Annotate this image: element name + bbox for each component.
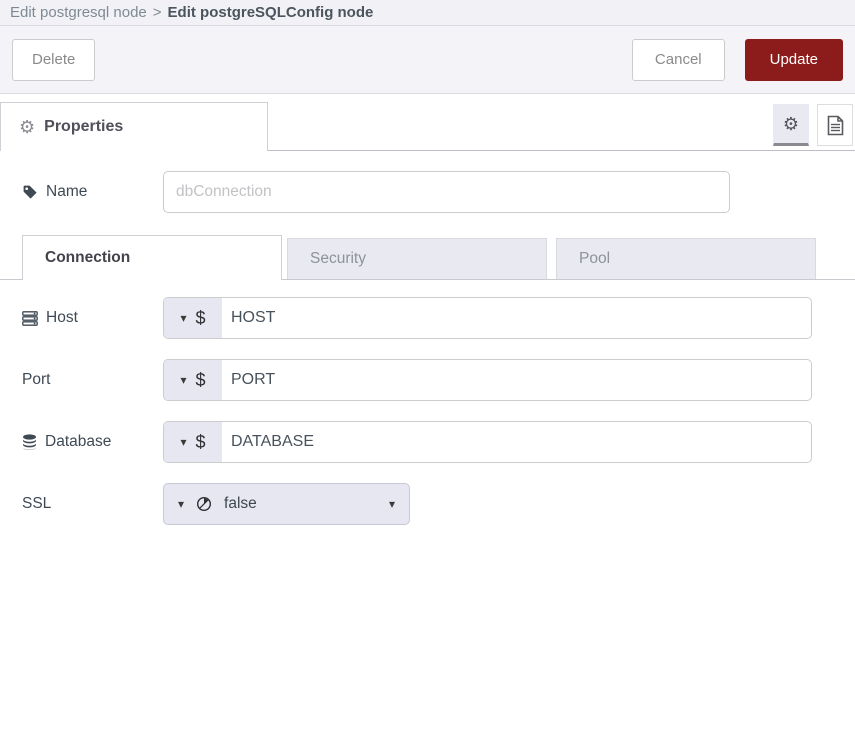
- update-button[interactable]: Update: [745, 39, 843, 81]
- chevron-down-icon: ▾: [180, 374, 186, 386]
- env-var-icon: $: [196, 308, 206, 329]
- breadcrumb-current: Edit postgreSQLConfig node: [168, 4, 374, 21]
- boolean-type-icon: [196, 496, 212, 512]
- ssl-label: SSL: [22, 495, 163, 513]
- properties-form: Name Connection Security Pool: [0, 151, 855, 525]
- node-settings-button[interactable]: ⚙: [773, 104, 809, 146]
- port-label-text: Port: [22, 371, 50, 389]
- port-row: Port ▾ $ PORT: [22, 359, 833, 401]
- ssl-bool-select[interactable]: ▾ false ▾: [163, 483, 410, 525]
- delete-button[interactable]: Delete: [12, 39, 95, 81]
- tag-icon: [22, 184, 38, 200]
- dialog-toolbar: Delete Cancel Update: [0, 26, 855, 94]
- node-edit-dialog: Edit postgresql node > Edit postgreSQLCo…: [0, 0, 855, 750]
- name-input[interactable]: [163, 171, 730, 213]
- ssl-value: false: [224, 495, 257, 513]
- port-input[interactable]: PORT: [222, 360, 811, 400]
- database-input[interactable]: DATABASE: [222, 422, 811, 462]
- host-type-selector[interactable]: ▾ $: [164, 298, 222, 338]
- env-var-icon: $: [196, 432, 206, 453]
- breadcrumb-parent-link[interactable]: Edit postgresql node: [10, 4, 147, 21]
- database-typed-input: ▾ $ DATABASE: [163, 421, 812, 463]
- properties-tab-label: Properties: [44, 118, 123, 136]
- node-description-button[interactable]: [817, 104, 853, 146]
- chevron-down-icon: ▾: [389, 498, 395, 510]
- tab-security[interactable]: Security: [287, 238, 547, 279]
- chevron-down-icon: ▾: [180, 312, 186, 324]
- chevron-down-icon: ▾: [180, 436, 186, 448]
- port-typed-input: ▾ $ PORT: [163, 359, 812, 401]
- tab-pool[interactable]: Pool: [556, 238, 816, 279]
- connection-fields: Host ▾ $ HOST Port ▾ $: [22, 297, 833, 525]
- ssl-row: SSL ▾ false ▾: [22, 483, 833, 525]
- port-type-selector[interactable]: ▾ $: [164, 360, 222, 400]
- host-input[interactable]: HOST: [222, 298, 811, 338]
- editor-icon-buttons: ⚙: [773, 104, 853, 146]
- server-icon: [22, 311, 38, 326]
- database-label: Database: [22, 433, 163, 451]
- tab-properties[interactable]: ⚙ Properties: [0, 102, 268, 151]
- gear-icon: ⚙: [783, 115, 799, 133]
- database-type-selector[interactable]: ▾ $: [164, 422, 222, 462]
- host-typed-input: ▾ $ HOST: [163, 297, 812, 339]
- port-label: Port: [22, 371, 163, 389]
- host-label: Host: [22, 309, 163, 327]
- name-row: Name: [22, 171, 833, 213]
- env-var-icon: $: [196, 370, 206, 391]
- host-label-text: Host: [46, 309, 78, 327]
- gear-icon: ⚙: [19, 118, 35, 136]
- breadcrumb-separator: >: [153, 4, 162, 21]
- host-row: Host ▾ $ HOST: [22, 297, 833, 339]
- name-label-text: Name: [46, 183, 87, 201]
- database-label-text: Database: [45, 433, 111, 451]
- editor-tabbar: ⚙ Properties ⚙: [0, 94, 855, 151]
- chevron-down-icon: ▾: [178, 498, 184, 510]
- cancel-button[interactable]: Cancel: [632, 39, 725, 81]
- config-tabs: Connection Security Pool: [0, 235, 855, 280]
- name-label: Name: [22, 183, 163, 201]
- database-icon: [22, 434, 37, 450]
- ssl-label-text: SSL: [22, 495, 51, 513]
- database-row: Database ▾ $ DATABASE: [22, 421, 833, 463]
- breadcrumb: Edit postgresql node > Edit postgreSQLCo…: [0, 0, 855, 26]
- tab-connection[interactable]: Connection: [22, 235, 282, 280]
- document-icon: [827, 115, 844, 136]
